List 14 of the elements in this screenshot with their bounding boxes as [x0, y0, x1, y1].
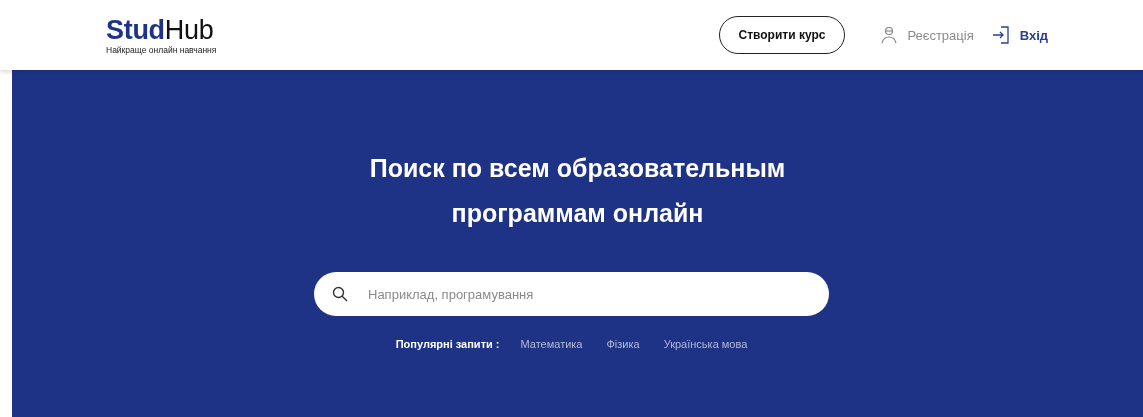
popular-query-link[interactable]: Математика [520, 338, 583, 350]
hero-title: Поиск по всем образовательным программам онлайн [369, 153, 786, 229]
studhub-logo[interactable]: StudHub [106, 15, 217, 44]
person-icon [881, 26, 898, 44]
create-course-button[interactable]: Створити курс [718, 16, 846, 54]
popular-query-link[interactable]: Фізика [606, 338, 640, 350]
popular-query-link[interactable]: Українська мова [663, 338, 748, 350]
register-link[interactable]: Реєстрація [907, 27, 974, 43]
search-icon [332, 286, 348, 302]
sign-in-icon [991, 26, 1010, 44]
popular-queries-label: Популярні запити : [395, 338, 500, 350]
login-link[interactable]: Вхід [1019, 27, 1048, 43]
tagline: Найкраще онлайн навчання [106, 44, 217, 55]
search-field[interactable]: Наприклад, програмування [314, 272, 829, 316]
